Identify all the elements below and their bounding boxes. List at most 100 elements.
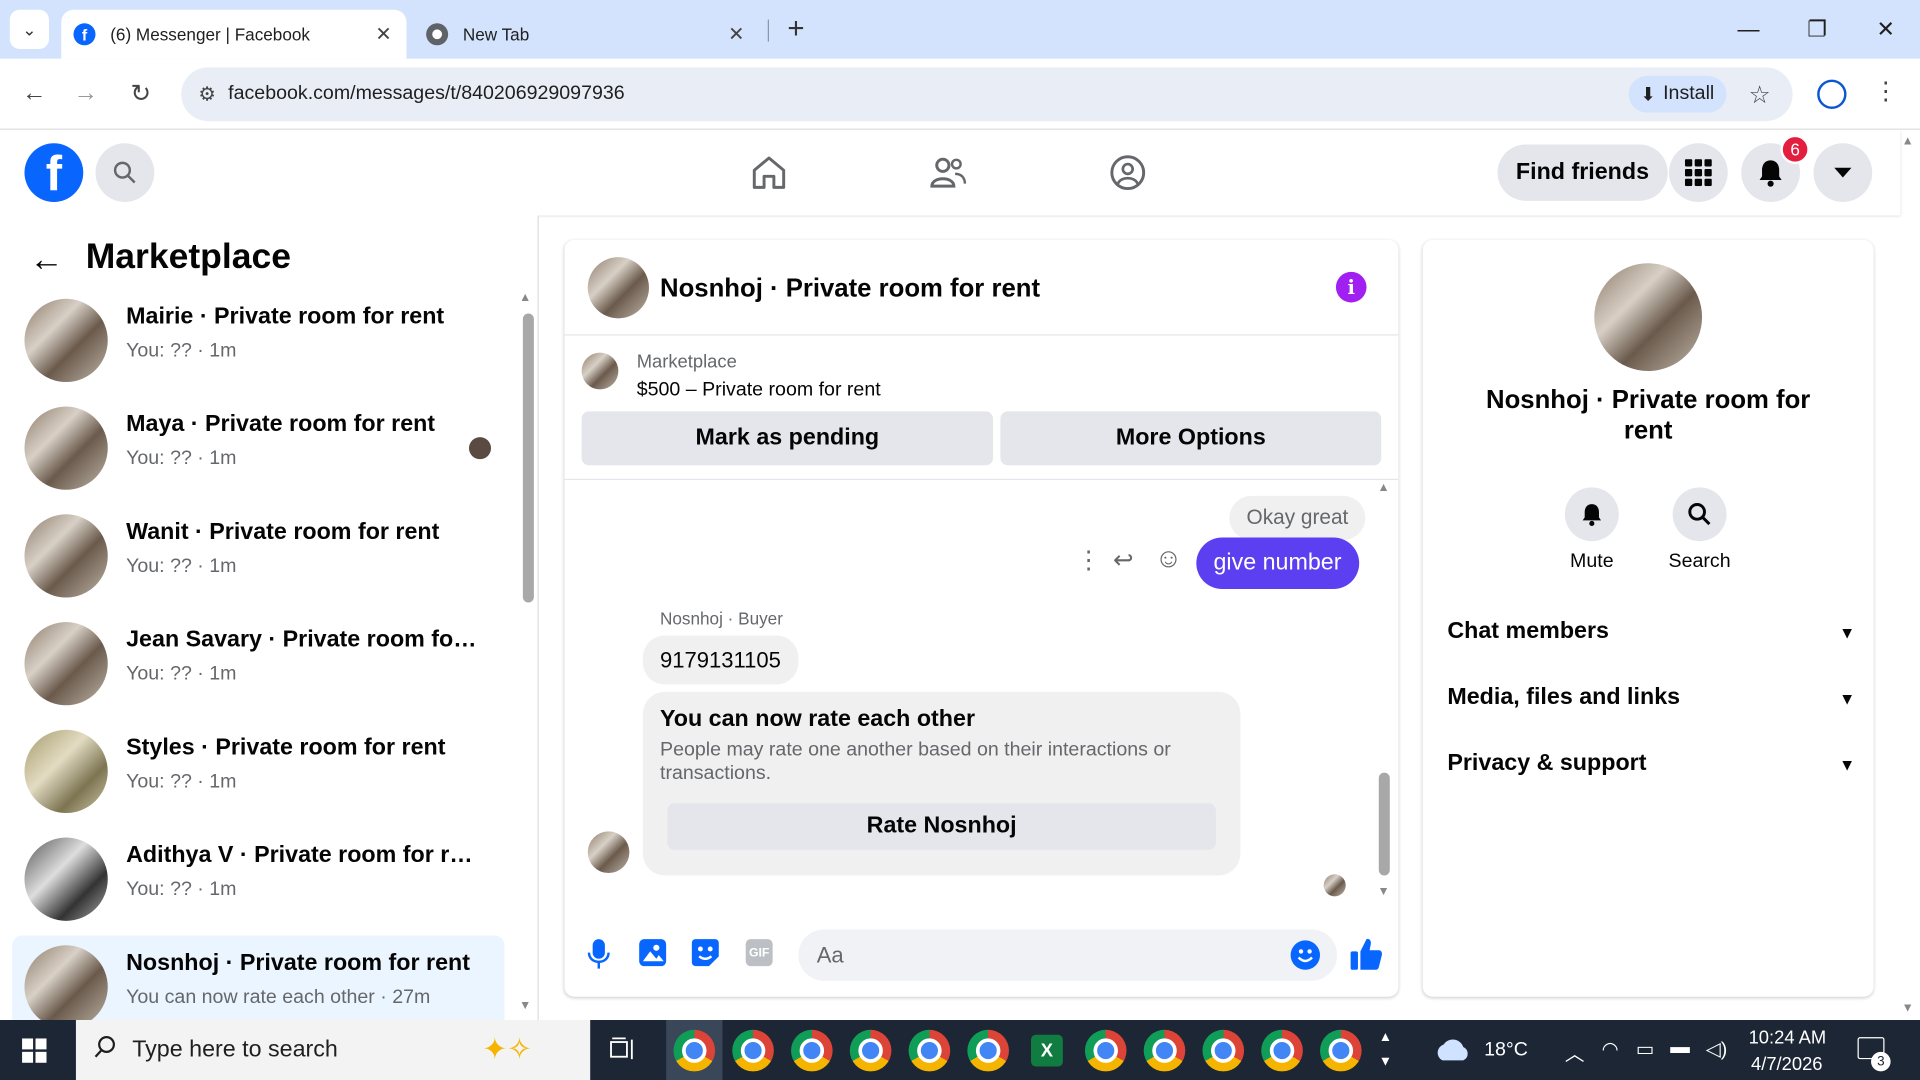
mute-bell-icon[interactable] xyxy=(1564,487,1619,542)
wifi-icon[interactable]: ◠ xyxy=(1602,1037,1619,1061)
scrollbar-thumb[interactable] xyxy=(522,313,534,603)
info-icon[interactable]: i xyxy=(1335,271,1367,303)
marketplace-chat-list: ← Marketplace Mairie · Private room for … xyxy=(0,215,539,1039)
conversation-item[interactable]: Jean Savary · Private room for r... You:… xyxy=(12,612,504,715)
conversation-item[interactable]: Adithya V · Private room for rent You: ?… xyxy=(12,828,504,931)
weather-cloud-icon[interactable] xyxy=(1433,1037,1472,1068)
weather-temperature[interactable]: 18°C xyxy=(1484,1040,1528,1062)
gif-icon[interactable]: GIF xyxy=(745,939,773,967)
clock-time[interactable]: 10:24 AM xyxy=(1749,1027,1827,1048)
privacy-support-section[interactable]: Privacy & support ▾ xyxy=(1447,740,1851,789)
menu-grid-icon[interactable] xyxy=(1668,143,1728,203)
close-tab-icon[interactable]: ✕ xyxy=(375,22,391,46)
search-icon[interactable] xyxy=(95,143,155,203)
listing-title[interactable]: $500 – Private room for rent xyxy=(637,380,881,402)
chrome-taskbar-icon[interactable] xyxy=(1202,1029,1245,1072)
react-emoji-icon[interactable]: ☺ xyxy=(1155,542,1183,574)
close-window-icon[interactable]: ✕ xyxy=(1861,12,1910,46)
excel-taskbar-icon[interactable]: X xyxy=(1031,1034,1063,1067)
friends-icon[interactable] xyxy=(928,153,967,198)
media-files-links-section[interactable]: Media, files and links ▾ xyxy=(1447,673,1851,722)
tab-title: (6) Messenger | Facebook xyxy=(110,24,310,45)
more-actions-icon[interactable]: ⋮ xyxy=(1076,545,1100,576)
rate-user-button[interactable]: Rate Nosnhoj xyxy=(667,803,1216,850)
scroll-down-arrow-icon[interactable]: ▼ xyxy=(1378,885,1390,898)
page-scroll-up-arrow-icon[interactable]: ▲ xyxy=(1902,135,1914,148)
chrome-taskbar-icon[interactable] xyxy=(732,1029,774,1072)
microphone-icon[interactable] xyxy=(587,938,611,976)
site-settings-icon[interactable]: ⚙ xyxy=(198,82,216,106)
chrome-taskbar-icon[interactable] xyxy=(967,1029,1009,1072)
tab-new-tab[interactable]: New Tab ✕ xyxy=(414,10,759,59)
home-icon[interactable] xyxy=(749,153,788,198)
chrome-taskbar-icon[interactable] xyxy=(791,1029,833,1072)
mark-as-pending-button[interactable]: Mark as pending xyxy=(581,411,994,466)
groups-icon[interactable] xyxy=(1108,153,1147,198)
avatar xyxy=(24,298,108,383)
back-icon[interactable]: ← xyxy=(10,69,59,118)
install-label: Install xyxy=(1663,83,1715,105)
sender-avatar[interactable] xyxy=(587,831,630,874)
find-friends-button[interactable]: Find friends xyxy=(1497,144,1668,201)
conversation-preview: You: ?? · 1m xyxy=(126,771,237,793)
like-thumb-icon[interactable] xyxy=(1349,937,1383,977)
conversation-item[interactable]: Styles · Private room for rent You: ?? ·… xyxy=(12,720,504,823)
incoming-message[interactable]: 9179131105 xyxy=(642,635,799,685)
clock-date[interactable]: 4/7/2026 xyxy=(1751,1054,1822,1075)
facebook-logo-icon[interactable]: f xyxy=(24,143,84,203)
scroll-down-arrow-icon[interactable]: ▼ xyxy=(519,999,531,1012)
chat-title[interactable]: Nosnhoj · Private room for rent xyxy=(660,274,1040,303)
chat-members-section[interactable]: Chat members ▾ xyxy=(1447,607,1851,656)
message-input[interactable]: Aa xyxy=(798,929,1338,981)
windows-start-icon[interactable] xyxy=(22,1038,47,1069)
profile-avatar[interactable] xyxy=(1594,263,1703,372)
task-view-icon[interactable] xyxy=(610,1037,637,1068)
profile-icon[interactable] xyxy=(1817,79,1847,109)
tab-search-button[interactable]: ⌄ xyxy=(9,9,49,49)
chrome-taskbar-icon[interactable] xyxy=(673,1029,716,1072)
emoji-icon[interactable] xyxy=(1290,940,1321,970)
minimize-icon[interactable]: — xyxy=(1724,12,1773,46)
outgoing-message[interactable]: give number xyxy=(1196,537,1359,589)
chrome-taskbar-icon[interactable] xyxy=(1084,1029,1127,1072)
taskbar-search-box[interactable]: Type here to search ✦✧ xyxy=(75,1020,591,1080)
bookmark-star-icon[interactable]: ☆ xyxy=(1749,80,1771,111)
scroll-up-arrow-icon[interactable]: ▲ xyxy=(1378,481,1390,494)
chrome-taskbar-icon[interactable] xyxy=(1320,1029,1362,1072)
chrome-taskbar-icon[interactable] xyxy=(1143,1029,1186,1072)
sticker-icon[interactable] xyxy=(691,938,720,974)
menu-kebab-icon[interactable]: ⋮ xyxy=(1873,76,1897,107)
photo-icon[interactable] xyxy=(638,938,667,974)
account-menu-chevron-icon[interactable] xyxy=(1813,143,1873,203)
chrome-taskbar-icon[interactable] xyxy=(849,1029,892,1072)
scrollbar-thumb[interactable] xyxy=(1378,772,1390,876)
volume-icon[interactable]: ◁) xyxy=(1706,1037,1728,1061)
outgoing-message[interactable]: Okay great xyxy=(1229,495,1366,541)
install-app-button[interactable]: ⬇ Install xyxy=(1628,75,1727,113)
conversation-item[interactable]: Wanit · Private room for rent You: ?? · … xyxy=(12,504,504,607)
display-icon[interactable]: ▭ xyxy=(1636,1037,1655,1061)
conversation-item[interactable]: Maya · Private room for rent You: ?? · 1… xyxy=(12,397,504,500)
listing-thumbnail[interactable] xyxy=(581,352,619,390)
close-tab-icon[interactable]: ✕ xyxy=(728,22,744,46)
conversation-item[interactable]: Mairie · Private room for rent You: ?? ·… xyxy=(12,289,504,392)
search-in-conversation-icon[interactable] xyxy=(1672,487,1727,542)
more-options-button[interactable]: More Options xyxy=(1000,411,1382,466)
forward-icon[interactable]: → xyxy=(61,69,110,118)
battery-icon[interactable]: ▬ xyxy=(1670,1037,1690,1059)
new-tab-icon[interactable]: + xyxy=(779,12,813,46)
address-bar[interactable]: ⚙ facebook.com/messages/t/84020692909793… xyxy=(181,67,1793,122)
restore-icon[interactable]: ❐ xyxy=(1793,12,1842,46)
page-scroll-down-arrow-icon[interactable]: ▼ xyxy=(1902,1002,1914,1015)
taskbar-overflow-icon[interactable]: ▲ ▼ xyxy=(1379,1025,1392,1074)
back-arrow-icon[interactable]: ← xyxy=(29,240,63,279)
url-text[interactable]: facebook.com/messages/t/840206929097936 xyxy=(228,83,624,105)
chrome-taskbar-icon[interactable] xyxy=(908,1029,951,1072)
show-hidden-icons-chevron-icon[interactable]: ︿ xyxy=(1565,1037,1585,1066)
scroll-up-arrow-icon[interactable]: ▲ xyxy=(519,291,531,304)
avatar[interactable] xyxy=(587,257,649,319)
reply-icon[interactable]: ↩ xyxy=(1113,545,1134,576)
tab-messenger[interactable]: f (6) Messenger | Facebook ✕ xyxy=(61,9,407,59)
chrome-taskbar-icon[interactable] xyxy=(1261,1029,1303,1072)
reload-icon[interactable]: ↻ xyxy=(116,69,165,118)
